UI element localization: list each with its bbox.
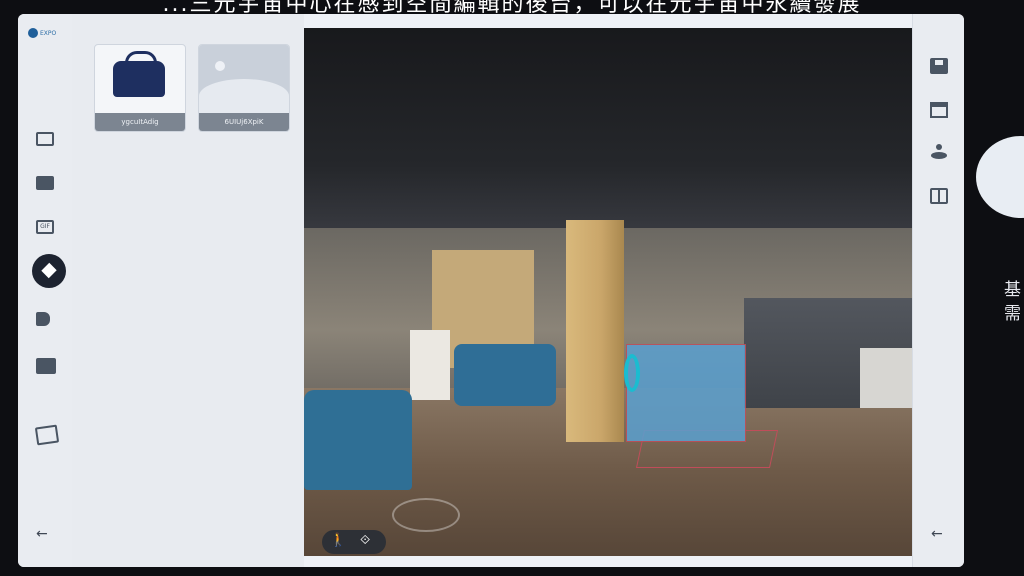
3d-object-icon[interactable] xyxy=(32,254,66,288)
save-icon[interactable] xyxy=(930,58,948,74)
book-icon[interactable] xyxy=(930,188,948,204)
side-text: 基需 xyxy=(1004,280,1021,324)
logo-mark-icon xyxy=(28,28,38,38)
viewport-desk xyxy=(860,348,912,408)
placed-3d-object[interactable] xyxy=(626,344,746,442)
image-icon[interactable] xyxy=(36,132,54,146)
object-mode-icon[interactable]: ⟐ xyxy=(360,533,370,548)
back-arrow-icon[interactable]: ← xyxy=(931,526,943,542)
walk-mode-icon[interactable]: 🚶 xyxy=(330,533,346,548)
asset-card[interactable]: ygcuItAdig xyxy=(94,44,186,132)
asset-library-panel: ygcuItAdig 6UIUj6XpiK xyxy=(72,14,304,567)
right-toolbar: ← xyxy=(912,14,964,567)
viewport-controls: 🚶 ⟐ xyxy=(322,530,386,554)
person-pin-icon[interactable] xyxy=(930,144,948,160)
back-arrow-icon[interactable]: ← xyxy=(36,526,48,542)
side-badge xyxy=(976,136,1024,218)
left-toolbar: EXPO GIF ← xyxy=(18,14,73,567)
window-icon[interactable] xyxy=(930,102,948,118)
gif-icon[interactable]: GIF xyxy=(36,220,54,234)
folder-icon[interactable] xyxy=(36,358,56,374)
asset-card[interactable]: 6UIUj6XpiK xyxy=(198,44,290,132)
viewport-sofa xyxy=(454,344,556,406)
placeholder-image-icon xyxy=(199,45,289,113)
viewport-pillar xyxy=(566,220,624,442)
gallery-icon[interactable] xyxy=(34,424,60,446)
rotate-handle[interactable] xyxy=(624,354,640,392)
bag-image xyxy=(113,61,165,97)
asset-label: 6UIUj6XpiK xyxy=(199,113,289,131)
asset-thumbnail xyxy=(95,45,185,113)
tag-icon[interactable] xyxy=(36,312,50,326)
asset-label: ygcuItAdig xyxy=(95,113,185,131)
3d-viewport[interactable]: 🚶 ⟐ xyxy=(304,28,912,556)
viewport-sofa xyxy=(304,390,412,490)
editor-screen: EXPO GIF ← ygcuItAdig 6UIUj6XpiK 🚶 ⟐ ← xyxy=(18,14,964,567)
video-icon[interactable] xyxy=(36,176,54,190)
logo: EXPO xyxy=(28,28,56,38)
viewport-bookshelf xyxy=(410,330,450,400)
navigation-target-ring xyxy=(392,498,460,532)
logo-text: EXPO xyxy=(40,29,57,37)
